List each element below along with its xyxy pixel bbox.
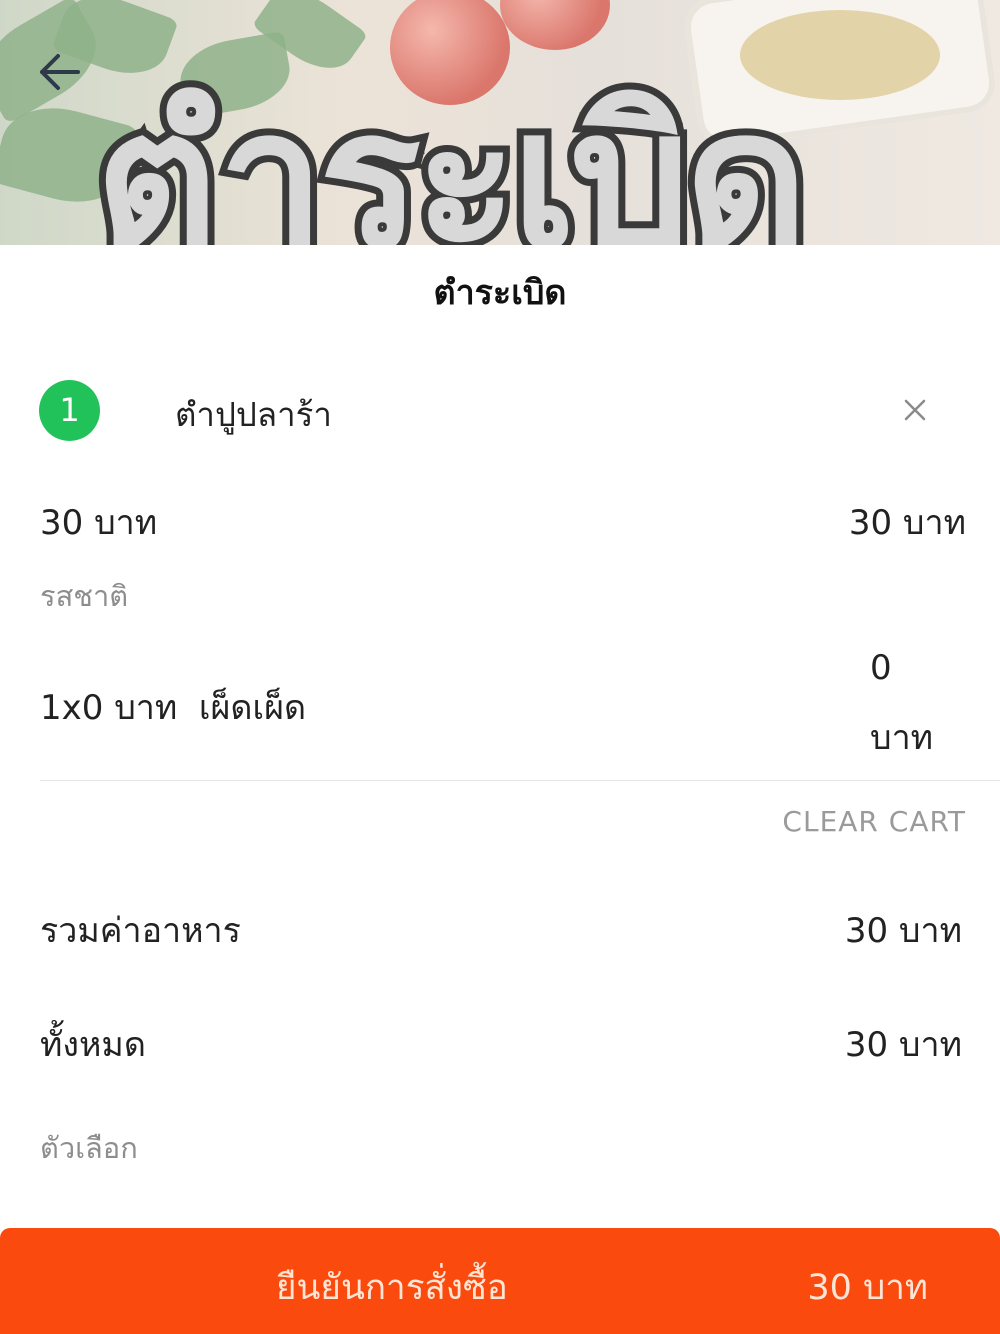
confirm-order-label: ยืนยันการสั่งซื้อ xyxy=(276,1268,508,1308)
item-name: ตำปูปลาร้า xyxy=(175,395,332,434)
option-line: 1x0 บาท เผ็ดเผ็ด xyxy=(40,688,307,728)
option-price-value: 0 xyxy=(870,648,892,688)
option-price-unit: บาท xyxy=(870,718,934,758)
clear-cart-button[interactable]: CLEAR CART xyxy=(782,805,966,838)
shop-banner-image: ตำระเบิด xyxy=(0,0,1000,245)
arrow-left-icon xyxy=(40,54,80,90)
banner-logo-text: ตำระเบิด xyxy=(88,62,815,245)
item-unit-price: 30 บาท xyxy=(40,503,158,543)
confirm-order-button[interactable]: ยืนยันการสั่งซื้อ 30 บาท xyxy=(0,1228,1000,1334)
item-quantity-badge: 1 xyxy=(39,380,100,441)
confirm-order-total: 30 บาท xyxy=(807,1268,928,1308)
options-section-label: ตัวเลือก xyxy=(40,1131,138,1165)
divider xyxy=(40,780,1000,781)
item-line-price: 30 บาท xyxy=(848,503,966,543)
grand-total-label: ทั้งหมด xyxy=(40,1025,146,1065)
remove-item-button[interactable] xyxy=(898,393,932,427)
back-button[interactable] xyxy=(36,50,84,94)
shop-title: ตำระเบิด xyxy=(433,273,567,313)
option-group-label: รสชาติ xyxy=(40,579,129,613)
food-total-label: รวมค่าอาหาร xyxy=(40,911,241,951)
food-total-value: 30 บาท xyxy=(844,911,962,951)
grand-total-value: 30 บาท xyxy=(844,1025,962,1065)
close-icon xyxy=(904,399,926,421)
